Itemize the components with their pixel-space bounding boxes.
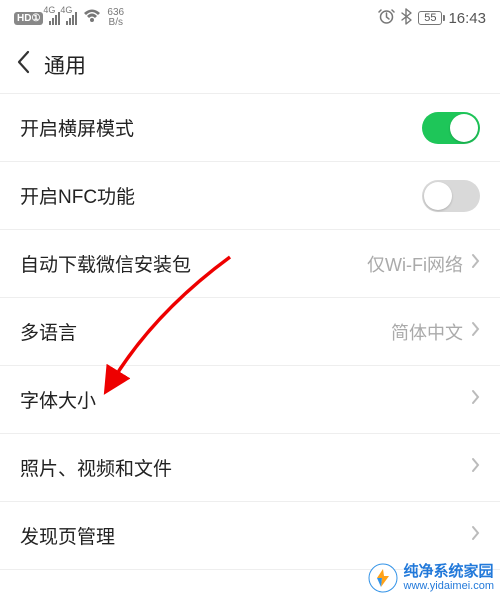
battery-level: 55 [418, 11, 442, 25]
clock-time: 16:43 [448, 10, 486, 27]
row-label: 字体大小 [20, 386, 96, 413]
network-rate: 636 B/s [107, 8, 124, 28]
page-title: 通用 [44, 50, 86, 80]
row-font-size[interactable]: 字体大小 [0, 366, 500, 434]
bluetooth-icon [401, 8, 412, 29]
signal-label: 4G [43, 5, 55, 15]
row-label: 照片、视频和文件 [20, 454, 172, 481]
watermark-brand: 纯净系统家园 [404, 564, 494, 580]
row-label: 开启NFC功能 [20, 182, 135, 209]
status-bar: HD① 4G 4G 636 B/s 55 16:43 [0, 0, 500, 36]
status-left: HD① 4G 4G 636 B/s [14, 8, 124, 28]
nfc-toggle[interactable] [422, 180, 480, 212]
watermark-url: www.yidaimei.com [404, 580, 494, 592]
row-label: 开启横屏模式 [20, 114, 134, 141]
hd-badge: HD① [14, 12, 43, 25]
settings-list: 开启横屏模式 开启NFC功能 自动下载微信安装包 仅Wi-Fi网络 多语言 简体… [0, 94, 500, 570]
landscape-toggle[interactable] [422, 112, 480, 144]
row-landscape-mode[interactable]: 开启横屏模式 [0, 94, 500, 162]
signal-2: 4G [66, 12, 77, 25]
net-rate-unit: B/s [107, 18, 124, 28]
chevron-right-icon [471, 389, 480, 410]
row-nfc[interactable]: 开启NFC功能 [0, 162, 500, 230]
row-discover-management[interactable]: 发现页管理 [0, 502, 500, 570]
row-label: 自动下载微信安装包 [20, 250, 191, 277]
wifi-icon [83, 9, 101, 27]
row-media-files[interactable]: 照片、视频和文件 [0, 434, 500, 502]
alarm-icon [378, 8, 395, 29]
signal-label-2: 4G [60, 5, 72, 15]
chevron-right-icon [471, 457, 480, 478]
row-label: 发现页管理 [20, 522, 115, 549]
row-value: 简体中文 [391, 319, 463, 345]
row-language[interactable]: 多语言 简体中文 [0, 298, 500, 366]
watermark: 纯净系统家园 www.yidaimei.com [368, 563, 494, 593]
row-value: 仅Wi-Fi网络 [367, 251, 463, 277]
row-label: 多语言 [20, 318, 77, 345]
page-header: 通用 [0, 36, 500, 94]
watermark-logo-icon [368, 563, 398, 593]
chevron-right-icon [471, 321, 480, 342]
signal-1: 4G [49, 12, 60, 25]
chevron-right-icon [471, 253, 480, 274]
back-button[interactable] [16, 50, 30, 79]
row-autodownload[interactable]: 自动下载微信安装包 仅Wi-Fi网络 [0, 230, 500, 298]
chevron-right-icon [471, 525, 480, 546]
status-right: 55 16:43 [378, 8, 486, 29]
